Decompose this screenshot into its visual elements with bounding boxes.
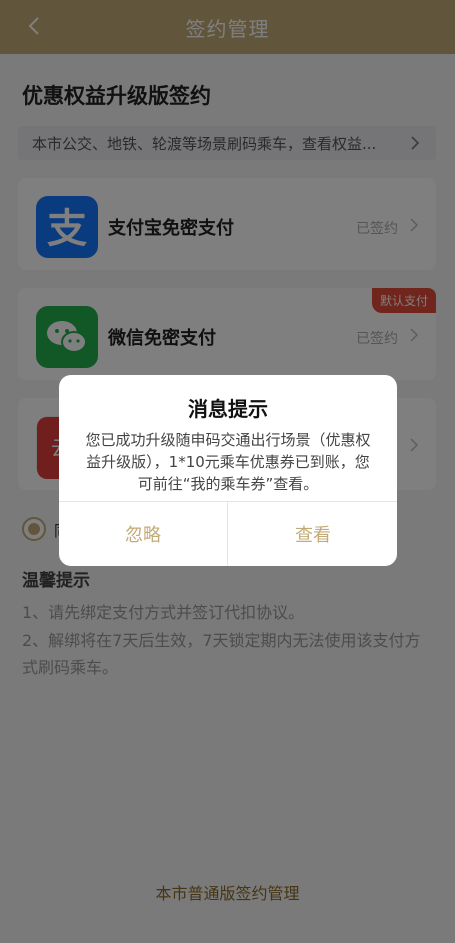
view-button[interactable]: 查看 [229,502,397,566]
dialog-message: 您已成功升级随申码交通出行场景（优惠权益升级版），1*10元乘车优惠券已到账，您… [85,431,371,493]
dialog-button-divider [227,501,228,566]
dialog-title: 消息提示 [188,397,268,421]
message-dialog: 消息提示 您已成功升级随申码交通出行场景（优惠权益升级版），1*10元乘车优惠券… [59,375,397,566]
ignore-button[interactable]: 忽略 [59,502,227,566]
